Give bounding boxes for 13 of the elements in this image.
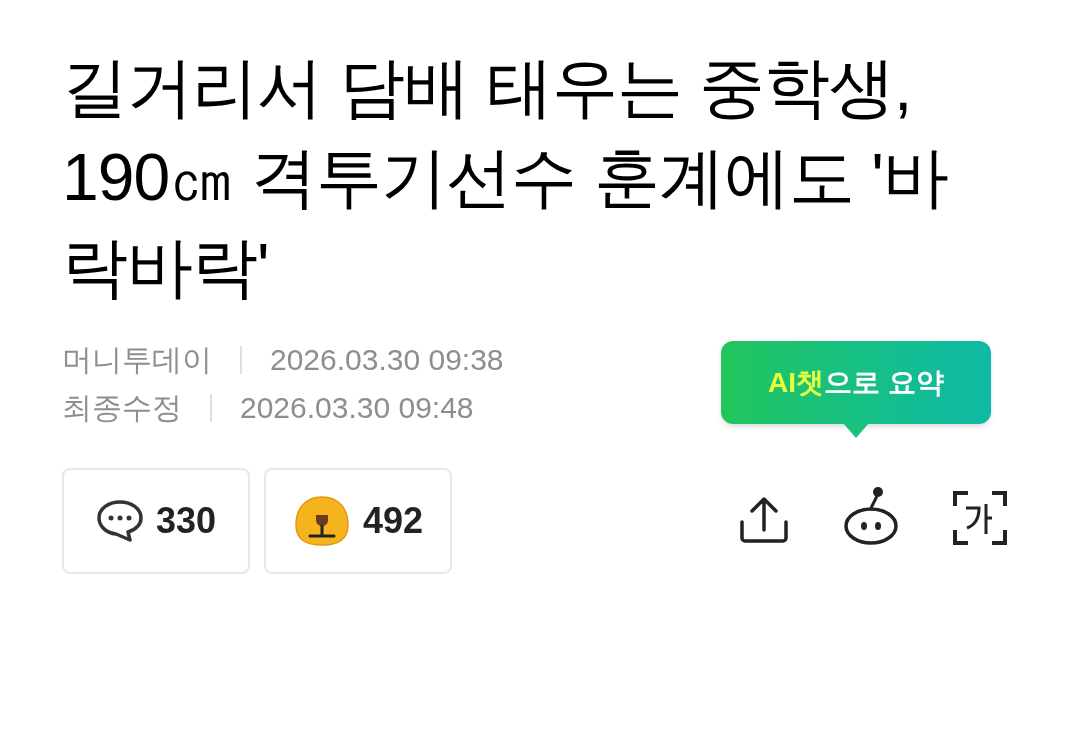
robot-icon[interactable] xyxy=(842,486,900,546)
meta-label: 최종수정 xyxy=(62,390,182,426)
comment-icon xyxy=(95,499,144,543)
comment-count-button[interactable]: 330 xyxy=(62,468,250,574)
reaction-icon xyxy=(292,495,351,547)
reaction-count-button[interactable]: 492 xyxy=(264,468,452,574)
tooltip-pointer xyxy=(843,423,869,438)
font-size-icon[interactable] xyxy=(952,490,1008,546)
share-icon[interactable] xyxy=(738,494,790,546)
timestamp: 2026.03.30 09:38 xyxy=(270,342,504,378)
meta-label: 머니투데이 xyxy=(62,342,212,378)
timestamp: 2026.03.30 09:48 xyxy=(240,390,474,426)
headline: 길거리서 담배 태우는 중학생, 190㎝ 격투기선수 훈계에도 '바락바락' xyxy=(62,49,949,306)
